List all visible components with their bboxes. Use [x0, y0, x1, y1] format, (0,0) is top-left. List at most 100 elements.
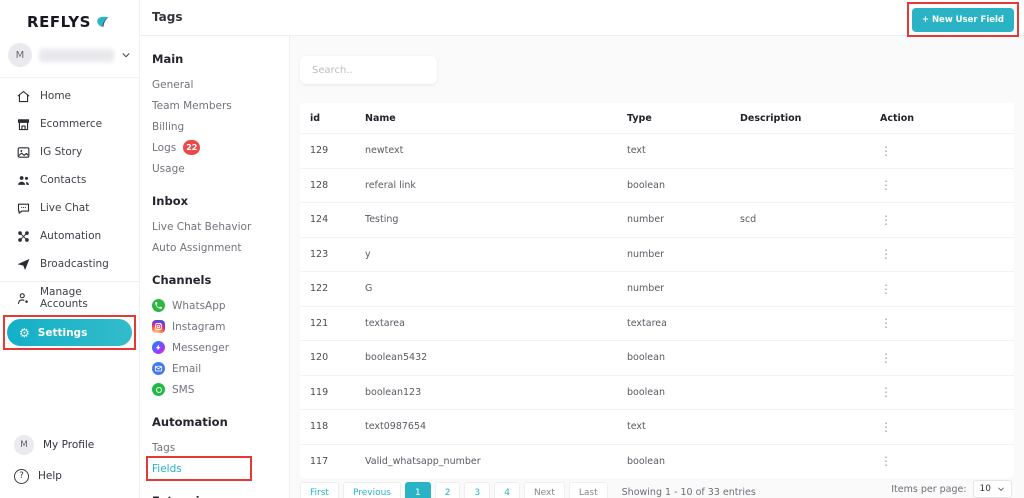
table-row: 129 newtext text ⋮ — [300, 133, 1014, 168]
sidebar-item-ecommerce[interactable]: Ecommerce — [0, 110, 139, 138]
row-actions-menu-icon[interactable]: ⋮ — [880, 247, 892, 261]
pagination-last-button[interactable]: Last — [569, 482, 608, 498]
annotation-box-new-user-field: + New User Field — [907, 2, 1019, 37]
sidebar-item-manage-accounts[interactable]: Manage Accounts — [0, 285, 139, 311]
subnav-item-label: SMS — [172, 384, 194, 396]
chevron-down-icon[interactable] — [121, 50, 131, 60]
row-actions-menu-icon[interactable]: ⋮ — [880, 144, 892, 158]
row-actions-menu-icon[interactable]: ⋮ — [880, 178, 892, 192]
table-row: 120 boolean5432 boolean ⋮ — [300, 340, 1014, 375]
items-per-page-select[interactable]: 10 — [973, 480, 1012, 498]
subnav-item-usage[interactable]: Usage — [152, 158, 289, 179]
pagination-first-button[interactable]: First — [300, 482, 339, 498]
row-actions-menu-icon[interactable]: ⋮ — [880, 454, 892, 468]
row-actions-menu-icon[interactable]: ⋮ — [880, 385, 892, 399]
row-type: textarea — [627, 318, 740, 329]
row-type: boolean — [627, 352, 740, 363]
row-id: 123 — [310, 249, 365, 260]
row-id: 117 — [310, 456, 365, 467]
sidebar-item-settings[interactable]: ⚙ Settings — [7, 319, 132, 346]
sidebar-item-live-chat[interactable]: Live Chat — [0, 194, 139, 222]
subnav-item-auto-assignment[interactable]: Auto Assignment — [152, 237, 289, 258]
row-id: 118 — [310, 421, 365, 432]
new-user-field-button[interactable]: + New User Field — [912, 8, 1014, 32]
sidebar: REFLYS M Home Ecommerce IG Story — [0, 0, 140, 498]
row-type: text — [627, 145, 740, 156]
page-title: Tags — [152, 10, 182, 24]
sidebar-item-home[interactable]: Home — [0, 82, 139, 110]
sidebar-item-broadcasting[interactable]: Broadcasting — [0, 250, 139, 278]
pagination-next-button[interactable]: Next — [524, 482, 565, 498]
subnav-item-label: Tags — [152, 442, 175, 454]
settings-subnav: Main General Team Members Billing Logs 2… — [140, 36, 290, 498]
sidebar-nav: Home Ecommerce IG Story Contacts Live Ch… — [0, 78, 139, 278]
pagination-page-button[interactable]: 3 — [464, 482, 490, 498]
subnav-item-team-members[interactable]: Team Members — [152, 95, 289, 116]
subnav-item-tags[interactable]: Tags — [152, 437, 289, 458]
row-id: 129 — [310, 145, 365, 156]
subnav-item-email[interactable]: Email — [152, 358, 289, 379]
subnav-item-live-chat-behavior[interactable]: Live Chat Behavior — [152, 216, 289, 237]
user-name-redacted — [39, 49, 114, 62]
row-actions-menu-icon[interactable]: ⋮ — [880, 282, 892, 296]
sidebar-item-contacts[interactable]: Contacts — [0, 166, 139, 194]
row-id: 124 — [310, 214, 365, 225]
row-actions-menu-icon[interactable]: ⋮ — [880, 316, 892, 330]
section-title: Extensions — [152, 494, 289, 498]
account-switcher[interactable]: M — [0, 33, 139, 78]
pagination-pages: 1234 — [405, 482, 520, 498]
search-input[interactable] — [300, 56, 437, 84]
subnav-item-sms[interactable]: SMS — [152, 379, 289, 400]
row-id: 122 — [310, 283, 365, 294]
section-title: Main — [152, 52, 289, 74]
fields-table: id Name Type Description Action 129 newt… — [300, 103, 1014, 478]
subnav-item-label: Team Members — [152, 100, 232, 112]
subnav-item-whatsapp[interactable]: WhatsApp — [152, 295, 289, 316]
subnav-item-label: Email — [172, 363, 201, 375]
row-id: 120 — [310, 352, 365, 363]
instagram-icon — [152, 320, 165, 333]
subnav-item-logs[interactable]: Logs 22 — [152, 137, 289, 158]
column-header-action: Action — [880, 113, 1014, 124]
subnav-item-instagram[interactable]: Instagram — [152, 316, 289, 337]
whatsapp-icon — [152, 299, 165, 312]
subnav-item-label: Logs — [152, 142, 176, 154]
subnav-item-label: Fields — [152, 463, 182, 475]
row-type: number — [627, 249, 740, 260]
sidebar-item-automation[interactable]: Automation — [0, 222, 139, 250]
sidebar-item-help[interactable]: ? Help — [0, 463, 139, 489]
subnav-item-general[interactable]: General — [152, 74, 289, 95]
row-id: 119 — [310, 387, 365, 398]
gear-icon: ⚙ — [19, 327, 30, 339]
pagination-page-button[interactable]: 4 — [494, 482, 520, 498]
row-name: referal link — [365, 180, 627, 191]
row-name: G — [365, 283, 627, 294]
pagination-summary: Showing 1 - 10 of 33 entries — [622, 482, 756, 498]
paper-plane-icon — [16, 257, 31, 272]
subnav-section-channels: Channels WhatsApp Instagram Messenger Em… — [152, 273, 289, 400]
pagination-page-button[interactable]: 2 — [435, 482, 461, 498]
row-name: text0987654 — [365, 421, 627, 432]
pagination-page-button[interactable]: 1 — [405, 482, 431, 498]
row-actions-menu-icon[interactable]: ⋮ — [880, 351, 892, 365]
items-per-page-value: 10 — [980, 484, 991, 494]
manage-accounts-icon — [16, 291, 31, 306]
pagination-previous-button[interactable]: Previous — [343, 482, 401, 498]
row-id: 128 — [310, 180, 365, 191]
subnav-item-billing[interactable]: Billing — [152, 116, 289, 137]
subnav-item-label: Auto Assignment — [152, 242, 242, 254]
subnav-item-label: Billing — [152, 121, 184, 133]
row-actions-menu-icon[interactable]: ⋮ — [880, 420, 892, 434]
row-actions-menu-icon[interactable]: ⋮ — [880, 213, 892, 227]
sidebar-item-ig-story[interactable]: IG Story — [0, 138, 139, 166]
sidebar-item-label: Help — [38, 470, 62, 482]
items-per-page-label: Items per page: — [891, 484, 966, 495]
subnav-item-messenger[interactable]: Messenger — [152, 337, 289, 358]
chat-bubble-icon — [16, 201, 31, 216]
sidebar-item-label: Live Chat — [40, 202, 89, 214]
sidebar-item-my-profile[interactable]: M My Profile — [0, 432, 139, 458]
subnav-item-label: Messenger — [172, 342, 229, 354]
subnav-item-fields[interactable]: Fields — [152, 458, 289, 479]
row-description: scd — [740, 214, 880, 225]
sidebar-footer: M My Profile ? Help — [0, 432, 139, 494]
